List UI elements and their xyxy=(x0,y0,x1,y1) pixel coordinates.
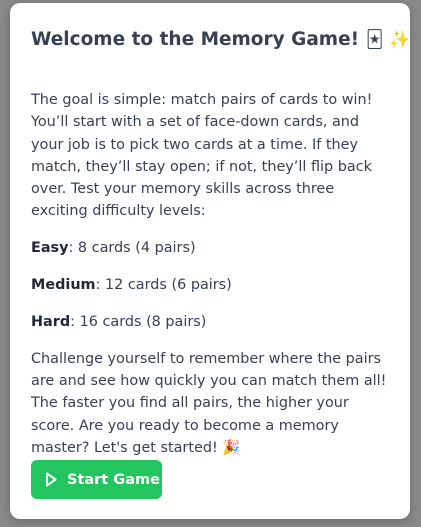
level-easy: Easy: 8 cards (4 pairs) xyxy=(31,237,389,259)
level-name: Hard xyxy=(31,313,71,330)
level-medium: Medium: 12 cards (6 pairs) xyxy=(31,274,389,296)
modal-title: Welcome to the Memory Game! 🃏 ✨ xyxy=(31,28,411,52)
level-hard: Hard: 16 cards (8 pairs) xyxy=(31,311,389,333)
level-desc: : 16 cards (8 pairs) xyxy=(70,313,207,330)
play-icon xyxy=(46,472,57,487)
level-desc: : 12 cards (6 pairs) xyxy=(95,277,232,294)
welcome-modal: Welcome to the Memory Game! 🃏 ✨ The goal… xyxy=(10,3,411,519)
start-game-label: Start Game xyxy=(67,471,160,488)
outro-text: Challenge yourself to remember where the… xyxy=(31,350,387,456)
title-emoji: 🃏 ✨ xyxy=(366,30,411,50)
level-name: Medium xyxy=(31,277,96,294)
level-desc: : 8 cards (4 pairs) xyxy=(68,240,196,257)
title-text: Welcome to the Memory Game! xyxy=(31,29,360,50)
start-game-button[interactable]: Start Game xyxy=(31,460,162,499)
intro-text: The goal is simple: match pairs of cards… xyxy=(31,92,373,220)
modal-body: The goal is simple: match pairs of cards… xyxy=(31,89,389,459)
level-name: Easy xyxy=(31,240,69,257)
